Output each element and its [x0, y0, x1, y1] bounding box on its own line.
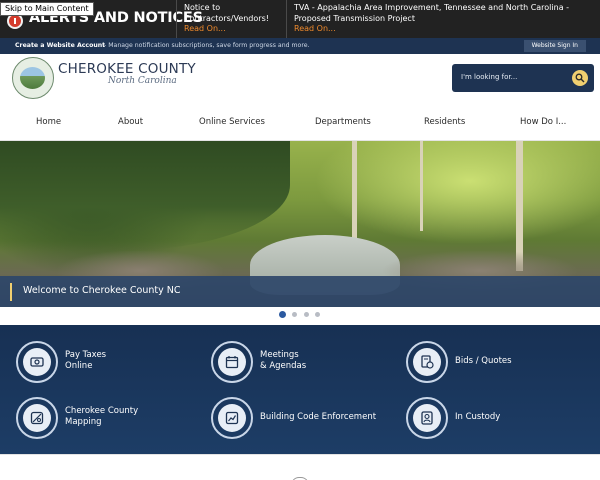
- seal-landscape: [20, 67, 45, 89]
- utility-bar: Create a Website Account - Manage notifi…: [0, 38, 600, 54]
- site-name[interactable]: CHEROKEE COUNTY: [58, 61, 196, 77]
- person-badge-icon: [421, 411, 433, 425]
- slide-dot-3[interactable]: [304, 312, 309, 317]
- quick-link-label: Bids / Quotes: [455, 356, 512, 366]
- county-seal-logo[interactable]: [12, 57, 54, 99]
- hero-forest: [0, 141, 290, 251]
- sign-in-button[interactable]: Website Sign In: [523, 40, 586, 52]
- quick-link-icon-ring: [16, 397, 58, 439]
- alerts-bar: Skip to Main Content ALERTS AND NOTICES …: [0, 0, 600, 38]
- quick-link-icon-ring: [406, 341, 448, 383]
- read-on-link[interactable]: Read On...: [294, 24, 600, 35]
- search-icon: [575, 73, 585, 83]
- slide-dot-2[interactable]: [292, 312, 297, 317]
- nav-item-online-services[interactable]: Online Services: [199, 117, 265, 127]
- footer-area: [0, 454, 600, 480]
- search-box[interactable]: I'm looking for...: [452, 64, 594, 92]
- search-button[interactable]: [572, 70, 588, 86]
- quick-link-icon-ring: [211, 397, 253, 439]
- alert-text: Notice to Contractors/Vendors!: [184, 3, 269, 23]
- map-icon: [30, 411, 44, 425]
- alert-text: TVA - Appalachia Area Improvement, Tenne…: [294, 3, 570, 23]
- create-account-link[interactable]: Create a Website Account: [15, 38, 105, 54]
- alert-item[interactable]: Notice to Contractors/Vendors! Read On..…: [176, 0, 286, 38]
- hero-caption-text[interactable]: Welcome to Cherokee County NC: [23, 285, 181, 296]
- quick-link-meetings[interactable]: Meetings & Agendas: [211, 341, 391, 383]
- quick-links-panel: Pay Taxes Online Meetings & Agendas Bids…: [0, 325, 600, 454]
- quick-link-label-line2: Online: [65, 361, 93, 371]
- nav-item-residents[interactable]: Residents: [424, 117, 465, 127]
- quick-link-label-line2: & Agendas: [260, 361, 307, 371]
- site-header: CHEROKEE COUNTY North Carolina I'm looki…: [0, 54, 600, 105]
- caption-accent-bar: [10, 283, 12, 301]
- quick-link-pay-taxes[interactable]: Pay Taxes Online: [16, 341, 196, 383]
- site-subtitle: North Carolina: [108, 76, 177, 86]
- quick-link-building-code[interactable]: Building Code Enforcement: [211, 397, 401, 439]
- alert-item[interactable]: TVA - Appalachia Area Improvement, Tenne…: [286, 0, 600, 38]
- calendar-icon: [225, 356, 239, 369]
- slide-dot-4[interactable]: [315, 312, 320, 317]
- search-input[interactable]: I'm looking for...: [461, 73, 517, 81]
- nav-item-departments[interactable]: Departments: [315, 117, 371, 127]
- building-chart-icon: [225, 411, 239, 425]
- hero-caption: Welcome to Cherokee County NC: [0, 276, 600, 307]
- money-icon: [30, 357, 44, 367]
- main-nav: Home About Online Services Departments R…: [0, 105, 600, 141]
- slide-dot-1[interactable]: [279, 311, 286, 318]
- quick-link-label: Cherokee County: [65, 406, 139, 416]
- quick-link-icon-ring: [16, 341, 58, 383]
- document-clock-icon: [421, 355, 434, 369]
- slide-dots: [0, 308, 600, 325]
- hero-tree-trunk: [352, 141, 357, 241]
- hero-tree-trunk: [420, 141, 423, 231]
- quick-link-icon-ring: [406, 397, 448, 439]
- create-account-description: - Manage notification subscriptions, sav…: [104, 42, 310, 49]
- nav-item-about[interactable]: About: [118, 117, 143, 127]
- nav-item-how-do-i[interactable]: How Do I...: [520, 117, 566, 127]
- quick-link-mapping[interactable]: Cherokee County Mapping: [16, 397, 196, 439]
- quick-link-label: Pay Taxes: [65, 350, 107, 360]
- read-on-link[interactable]: Read On...: [184, 24, 286, 35]
- quick-link-label: In Custody: [455, 412, 501, 422]
- quick-link-label-line2: Mapping: [65, 417, 102, 427]
- quick-link-label: Meetings: [260, 350, 299, 360]
- quick-link-in-custody[interactable]: In Custody: [406, 397, 586, 439]
- skip-to-main-link[interactable]: Skip to Main Content: [0, 2, 94, 16]
- nav-item-home[interactable]: Home: [36, 117, 61, 127]
- quick-link-icon-ring: [211, 341, 253, 383]
- quick-link-bids-quotes[interactable]: Bids / Quotes: [406, 341, 586, 383]
- quick-link-label: Building Code Enforcement: [260, 412, 377, 422]
